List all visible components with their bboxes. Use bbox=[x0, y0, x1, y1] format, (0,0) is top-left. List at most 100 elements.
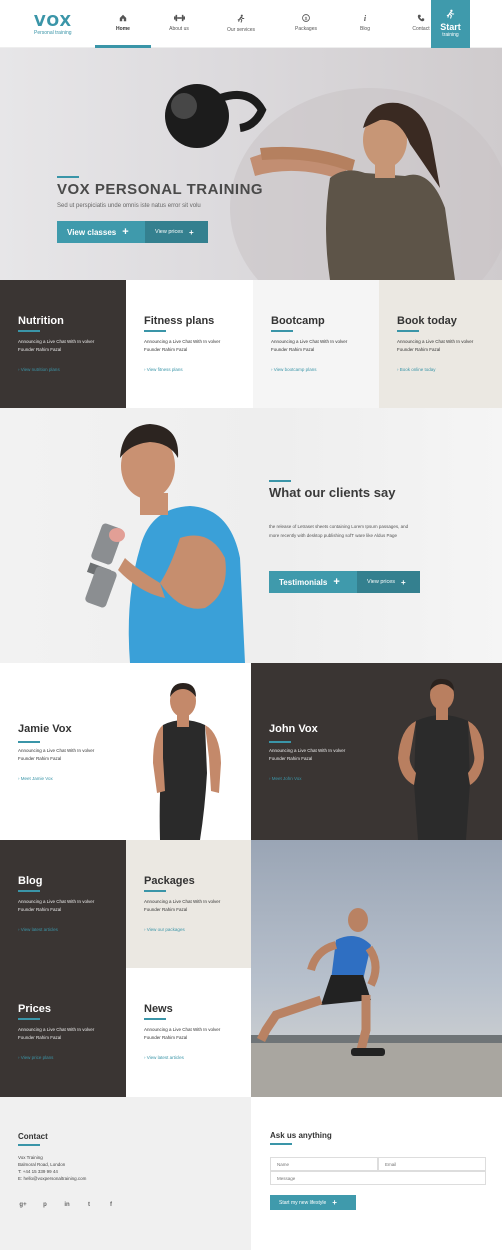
site-header: VOX Personal training Home About us Our … bbox=[0, 0, 502, 48]
testimonials-button[interactable]: Testimonials + bbox=[269, 571, 357, 593]
feature-tile-bootcamp: Bootcamp Announcing a Live Chat With In … bbox=[253, 280, 379, 408]
logo-brand: VOX bbox=[34, 12, 73, 30]
tile-rule bbox=[144, 330, 166, 332]
clients-accent-rule bbox=[269, 480, 291, 482]
twitter-icon[interactable]: t bbox=[84, 1200, 94, 1210]
name-field[interactable] bbox=[270, 1157, 378, 1171]
hero-accent-rule bbox=[57, 176, 79, 178]
nav-label: Packages bbox=[295, 26, 317, 32]
nav-item-home[interactable]: Home bbox=[95, 0, 151, 48]
contact-line: T: +44 15 339 99 44 bbox=[18, 1169, 58, 1174]
lunge-athlete-graphic bbox=[251, 908, 502, 1097]
feature-tile-book: Book today Announcing a Live Chat With I… bbox=[379, 280, 502, 408]
trainer-name: John Vox bbox=[269, 723, 318, 735]
tile-text: Announcing a Live Chat With In volver Fo… bbox=[144, 899, 221, 912]
tile-news: News Announcing a Live Chat With In volv… bbox=[126, 968, 251, 1097]
trainer-name: Jamie Vox bbox=[18, 723, 72, 735]
feature-tile-nutrition: Nutrition Announcing a Live Chat With In… bbox=[0, 280, 126, 408]
tile-title: Fitness plans bbox=[144, 315, 215, 327]
tile-title: News bbox=[144, 1003, 173, 1015]
tile-link[interactable]: › View bootcamp plans bbox=[271, 367, 379, 372]
submit-button[interactable]: Start my new lifestyle + bbox=[270, 1195, 356, 1210]
tile-rule bbox=[18, 1018, 40, 1020]
ask-rule bbox=[270, 1143, 292, 1145]
tile-link[interactable]: › View price plans bbox=[18, 1055, 126, 1060]
contact-rule bbox=[18, 1144, 40, 1146]
contact-line: Vox Training bbox=[18, 1155, 43, 1160]
tile-title: Bootcamp bbox=[271, 315, 325, 327]
trainer-link[interactable]: › Meet John Vox bbox=[269, 776, 302, 781]
tile-rule bbox=[271, 330, 293, 332]
linkedin-icon[interactable]: in bbox=[62, 1200, 72, 1210]
trainer-card-john: John Vox Announcing a Live Chat With In … bbox=[251, 663, 502, 840]
tile-text: Announcing a Live Chat With In volver Fo… bbox=[18, 899, 95, 912]
button-label: Testimonials bbox=[279, 577, 328, 587]
home-icon bbox=[119, 14, 127, 22]
phone-icon bbox=[417, 14, 425, 22]
main-nav: Home About us Our services $ Packages i … bbox=[95, 0, 449, 48]
view-prices-button[interactable]: View prices + bbox=[357, 571, 420, 593]
plus-icon: + bbox=[122, 226, 129, 238]
pinterest-icon[interactable]: p bbox=[40, 1200, 50, 1210]
message-field[interactable] bbox=[270, 1171, 486, 1185]
start-label: Start bbox=[440, 22, 461, 32]
tile-blog: Blog Announcing a Live Chat With In volv… bbox=[0, 840, 126, 968]
google-plus-icon[interactable]: g+ bbox=[18, 1200, 28, 1210]
logo[interactable]: VOX Personal training bbox=[34, 12, 73, 37]
ask-title: Ask us anything bbox=[270, 1131, 332, 1140]
hero-athlete-image bbox=[165, 84, 502, 280]
tile-link[interactable]: › View latest articles bbox=[144, 1055, 251, 1060]
social-links: g+ p in t f bbox=[18, 1200, 251, 1210]
plus-icon: + bbox=[401, 577, 406, 587]
tile-prices: Prices Announcing a Live Chat With In vo… bbox=[0, 968, 126, 1097]
dollar-icon: $ bbox=[302, 14, 310, 22]
tile-link[interactable]: › View latest articles bbox=[18, 927, 126, 932]
trainer-card-jamie: Jamie Vox Announcing a Live Chat With In… bbox=[0, 663, 251, 840]
nav-item-blog[interactable]: i Blog bbox=[337, 0, 393, 48]
trainer-text: Announcing a Live Chat With In volver Fo… bbox=[18, 748, 95, 761]
tile-link[interactable]: › View our packages bbox=[144, 927, 251, 932]
view-prices-button[interactable]: View prices + bbox=[145, 221, 208, 243]
plus-icon: + bbox=[332, 1198, 337, 1207]
runner-icon bbox=[446, 9, 455, 19]
nav-item-services[interactable]: Our services bbox=[207, 0, 275, 48]
facebook-icon[interactable]: f bbox=[106, 1200, 116, 1210]
tile-text: Announcing a Live Chat With In volver Fo… bbox=[144, 1027, 221, 1040]
clients-title: What our clients say bbox=[269, 485, 396, 500]
tile-rule bbox=[397, 330, 419, 332]
feature-tile-fitness: Fitness plans Announcing a Live Chat Wit… bbox=[126, 280, 253, 408]
contact-line: Balmoral Road, London bbox=[18, 1162, 66, 1167]
start-training-button[interactable]: Start training bbox=[431, 0, 470, 48]
hero-title: VOX PERSONAL TRAINING bbox=[57, 181, 264, 198]
runner-icon bbox=[237, 14, 245, 23]
trainer-photo-john bbox=[398, 678, 484, 840]
nav-label: Our services bbox=[226, 27, 256, 33]
button-label: View prices bbox=[367, 579, 396, 585]
contact-line[interactable]: E: hello@voxpersonaltraining.com bbox=[18, 1175, 251, 1182]
clients-text: the release of Letraset sheets containin… bbox=[269, 524, 409, 538]
tile-text: Announcing a Live Chat With In volver Fo… bbox=[18, 339, 95, 352]
view-classes-button[interactable]: View classes + bbox=[57, 221, 145, 243]
tile-link[interactable]: › View nutrition plans bbox=[18, 367, 126, 372]
tile-rule bbox=[18, 330, 40, 332]
trainer-link[interactable]: › Meet Jamie Vox bbox=[18, 776, 53, 781]
nav-item-about[interactable]: About us bbox=[151, 0, 207, 48]
plus-icon: + bbox=[333, 576, 340, 588]
tile-text: Announcing a Live Chat With In volver Fo… bbox=[397, 339, 474, 352]
tile-packages: Packages Announcing a Live Chat With In … bbox=[126, 840, 251, 968]
logo-tagline: Personal training bbox=[34, 30, 72, 36]
trainer-photo-jamie bbox=[153, 683, 221, 840]
tile-title: Nutrition bbox=[18, 315, 64, 327]
svg-text:i: i bbox=[364, 14, 367, 22]
tile-link[interactable]: › Book online today bbox=[397, 367, 502, 372]
hero-subtitle: Sed ut perspiciatis unde omnis iste natu… bbox=[57, 203, 201, 209]
tile-link[interactable]: › View fitness plans bbox=[144, 367, 253, 372]
tile-rule bbox=[18, 890, 40, 892]
email-field[interactable] bbox=[378, 1157, 486, 1171]
tile-text: Announcing a Live Chat With In volver Fo… bbox=[18, 1027, 95, 1040]
info-icon: i bbox=[364, 14, 367, 22]
button-label: View prices bbox=[155, 229, 184, 235]
trainer-rule bbox=[18, 741, 40, 743]
tile-text: Announcing a Live Chat With In volver Fo… bbox=[144, 339, 221, 352]
nav-item-packages[interactable]: $ Packages bbox=[275, 0, 337, 48]
